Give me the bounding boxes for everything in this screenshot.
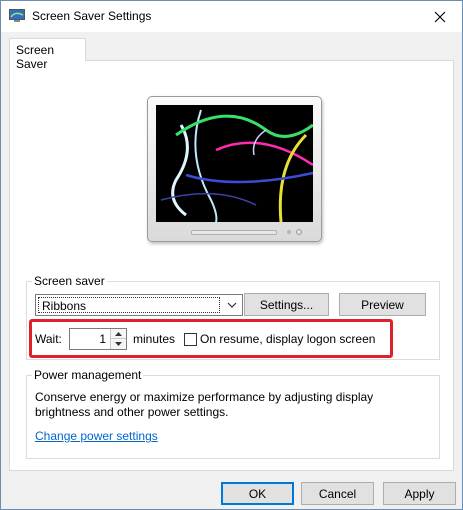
dropdown-arrow[interactable] — [222, 295, 242, 315]
tab-screen-saver[interactable]: Screen Saver — [9, 38, 86, 71]
screen-saver-group-label: Screen saver — [32, 274, 107, 288]
stepper-down-button[interactable] — [111, 339, 126, 349]
wait-label: Wait: — [35, 332, 62, 346]
preview-button[interactable]: Preview — [339, 293, 426, 316]
apply-button-label: Apply — [404, 486, 435, 501]
wait-value: 1 — [99, 332, 106, 346]
close-icon — [434, 11, 445, 22]
cancel-button-label: Cancel — [318, 486, 357, 501]
stepper-up-button[interactable] — [111, 329, 126, 339]
window-title: Screen Saver Settings — [32, 9, 152, 23]
screen-saver-selected: Ribbons — [38, 297, 220, 313]
monitor-indicator — [287, 230, 291, 234]
screen-saver-dropdown[interactable]: Ribbons — [35, 294, 243, 316]
chevron-down-small-icon — [115, 342, 122, 346]
preview-screen — [156, 105, 313, 222]
title-bar[interactable]: Screen Saver Settings — [1, 1, 462, 32]
ribbons-preview-image — [160, 109, 313, 222]
chevron-up-icon — [115, 331, 122, 336]
stepper-buttons — [110, 329, 126, 349]
chevron-down-icon — [227, 302, 237, 308]
monitor-power-button — [296, 229, 302, 235]
settings-button[interactable]: Settings... — [244, 293, 329, 316]
close-button[interactable] — [417, 1, 462, 32]
tab-panel: Screen saver Ribbons Settings... Preview… — [9, 60, 454, 471]
power-description-line1: Conserve energy or maximize performance … — [35, 390, 374, 404]
screen-saver-settings-dialog: Screen Saver Settings Screen Saver Scree… — [0, 0, 463, 510]
resume-logon-checkbox[interactable] — [184, 333, 197, 346]
settings-button-label: Settings... — [259, 297, 314, 312]
resume-logon-label[interactable]: On resume, display logon screen — [200, 332, 375, 346]
preview-button-label: Preview — [361, 297, 404, 312]
ok-button-label: OK — [248, 486, 267, 501]
change-power-settings-link[interactable]: Change power settings — [35, 429, 158, 443]
monitor-slot — [191, 230, 277, 235]
cancel-button[interactable]: Cancel — [301, 482, 374, 505]
screen-saver-settings-icon — [9, 9, 25, 22]
wait-minutes-stepper[interactable]: 1 — [69, 328, 127, 350]
ok-button[interactable]: OK — [221, 482, 294, 505]
power-description-line2: brightness and other power settings. — [35, 405, 229, 419]
preview-monitor — [147, 96, 322, 242]
power-management-group-label: Power management — [32, 368, 144, 382]
minutes-label: minutes — [133, 332, 176, 346]
apply-button[interactable]: Apply — [383, 482, 456, 505]
